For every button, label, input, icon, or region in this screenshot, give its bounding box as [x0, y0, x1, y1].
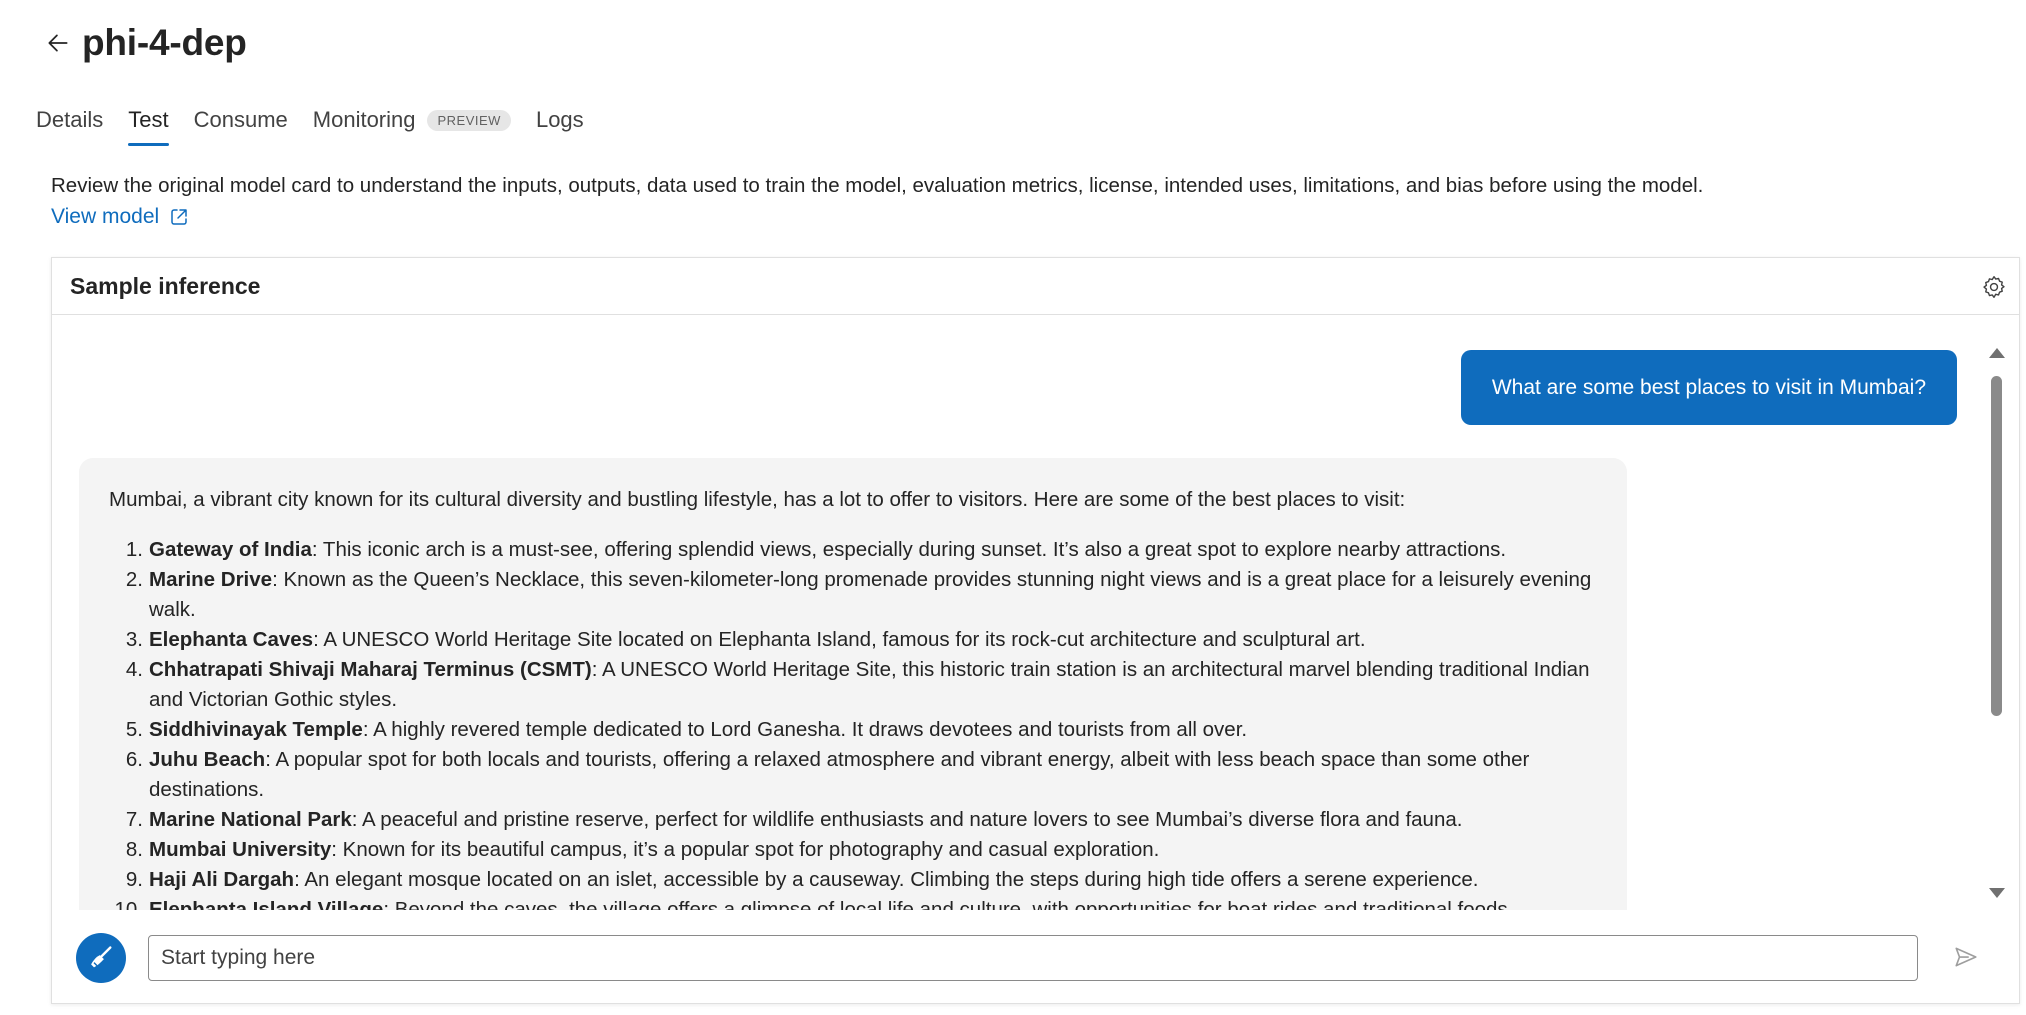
- tab-consume[interactable]: Consume: [194, 100, 288, 140]
- list-item: 9. Haji Ali Dargah: An elegant mosque loc…: [126, 865, 1614, 895]
- place-description: : Known for its beautiful campus, it’s a…: [331, 838, 1160, 861]
- assistant-intro: Mumbai, a vibrant city known for its cul…: [109, 488, 1406, 511]
- chat-area[interactable]: What are some best places to visit in Mu…: [52, 315, 2019, 910]
- list-item: 3. Elephanta Caves: A UNESCO World Herita…: [126, 625, 1614, 655]
- list-item: 2. Marine Drive: Known as the Queen’s Nec…: [126, 565, 1614, 625]
- list-item: 8. Mumbai University: Known for its beaut…: [126, 835, 1614, 865]
- place-name: Siddhivinayak Temple: [149, 718, 363, 741]
- place-name: Juhu Beach: [149, 748, 266, 771]
- list-item-number: 8.: [125, 838, 143, 861]
- list-item: 4. Chhatrapati Shivaji Maharaj Terminus (…: [126, 655, 1614, 715]
- place-name: Elephanta Island Village: [149, 898, 384, 910]
- place-description: : Beyond the caves, the village offers a…: [383, 898, 1514, 910]
- arrow-left-icon: [48, 34, 68, 52]
- broom-icon: [91, 946, 112, 968]
- place-name: Chhatrapati Shivaji Maharaj Terminus (CS…: [149, 658, 592, 681]
- place-description: : This iconic arch is a must-see, offeri…: [311, 538, 1507, 561]
- external-link-icon: [171, 209, 187, 225]
- list-item-number: 1.: [125, 538, 143, 561]
- chat-input-row: [52, 915, 2019, 995]
- place-description: : A popular spot for both locals and tou…: [149, 748, 1530, 801]
- place-name: Marine Drive: [149, 568, 273, 591]
- list-item-number: 9.: [125, 868, 143, 891]
- send-button[interactable]: [1951, 942, 1981, 972]
- place-description: : A UNESCO World Heritage Site located o…: [313, 628, 1366, 651]
- tab-label: Logs: [535, 107, 584, 132]
- scroll-thumb[interactable]: [1991, 376, 2002, 716]
- scroll-down-arrow[interactable]: [1989, 888, 2005, 898]
- place-description: : A highly revered temple dedicated to L…: [362, 718, 1248, 741]
- list-item: 10. Elephanta Island Village: Beyond the …: [115, 895, 1614, 910]
- list-item-number: 4.: [125, 658, 143, 681]
- tab-logs[interactable]: Logs: [536, 100, 584, 140]
- card-title: Sample inference: [70, 273, 261, 299]
- sample-inference-card: Sample inference What are some best plac…: [51, 257, 2020, 1004]
- tab-label: Monitoring: [312, 107, 416, 132]
- place-description: : A peaceful and pristine reserve, perfe…: [351, 808, 1463, 831]
- tab-label: Consume: [193, 107, 288, 132]
- place-name: Marine National Park: [149, 808, 352, 831]
- place-description: : Known as the Queen’s Necklace, this se…: [149, 568, 1592, 621]
- tab-label: Details: [36, 107, 104, 132]
- list-item: 1. Gateway of India: This iconic arch is …: [126, 535, 1614, 565]
- assistant-message: Mumbai, a vibrant city known for its cul…: [79, 458, 1627, 910]
- chat-input[interactable]: [148, 935, 1918, 981]
- page-title: phi-4-dep: [82, 22, 247, 63]
- view-model-label: View model: [51, 205, 160, 228]
- settings-button[interactable]: [1979, 272, 2009, 302]
- list-item-number: 3.: [125, 628, 143, 651]
- scroll-up-arrow[interactable]: [1989, 348, 2005, 358]
- place-description: : An elegant mosque located on an islet,…: [294, 868, 1479, 891]
- chat-scrollbar[interactable]: [1987, 348, 2005, 898]
- clear-chat-button[interactable]: [76, 933, 126, 983]
- list-item-number: 7.: [125, 808, 143, 831]
- list-item-number: 10.: [114, 898, 144, 910]
- list-item: 7. Marine National Park: A peaceful and p…: [126, 805, 1614, 835]
- list-item: 6. Juhu Beach: A popular spot for both lo…: [126, 745, 1614, 805]
- list-item-number: 2.: [125, 568, 143, 591]
- send-icon: [1955, 947, 1977, 967]
- gear-icon: [1983, 276, 2005, 298]
- tab-monitoring[interactable]: Monitoring PREVIEW: [313, 100, 511, 140]
- place-name: Mumbai University: [149, 838, 332, 861]
- page-header: phi-4-dep: [40, 22, 247, 64]
- list-item-number: 6.: [125, 748, 143, 771]
- card-header: Sample inference: [52, 258, 2019, 315]
- tab-label: Test: [128, 107, 169, 132]
- list-item: 5. Siddhivinayak Temple: A highly revered…: [126, 715, 1614, 745]
- list-item-number: 5.: [125, 718, 143, 741]
- tab-test[interactable]: Test: [128, 100, 169, 146]
- back-button[interactable]: [40, 25, 76, 61]
- user-message: What are some best places to visit in Mu…: [1460, 350, 1957, 425]
- model-card-disclaimer: Review the original model card to unders…: [51, 174, 1704, 197]
- place-name: Haji Ali Dargah: [149, 868, 295, 891]
- preview-badge: PREVIEW: [427, 109, 511, 131]
- places-list: 1. Gateway of India: This iconic arch is …: [115, 535, 1614, 910]
- place-name: Elephanta Caves: [149, 628, 314, 651]
- tab-details[interactable]: Details: [36, 100, 103, 140]
- tab-bar: Details Test Consume Monitoring PREVIEW …: [36, 100, 609, 146]
- view-model-link[interactable]: View model: [51, 205, 189, 229]
- place-name: Gateway of India: [149, 538, 312, 561]
